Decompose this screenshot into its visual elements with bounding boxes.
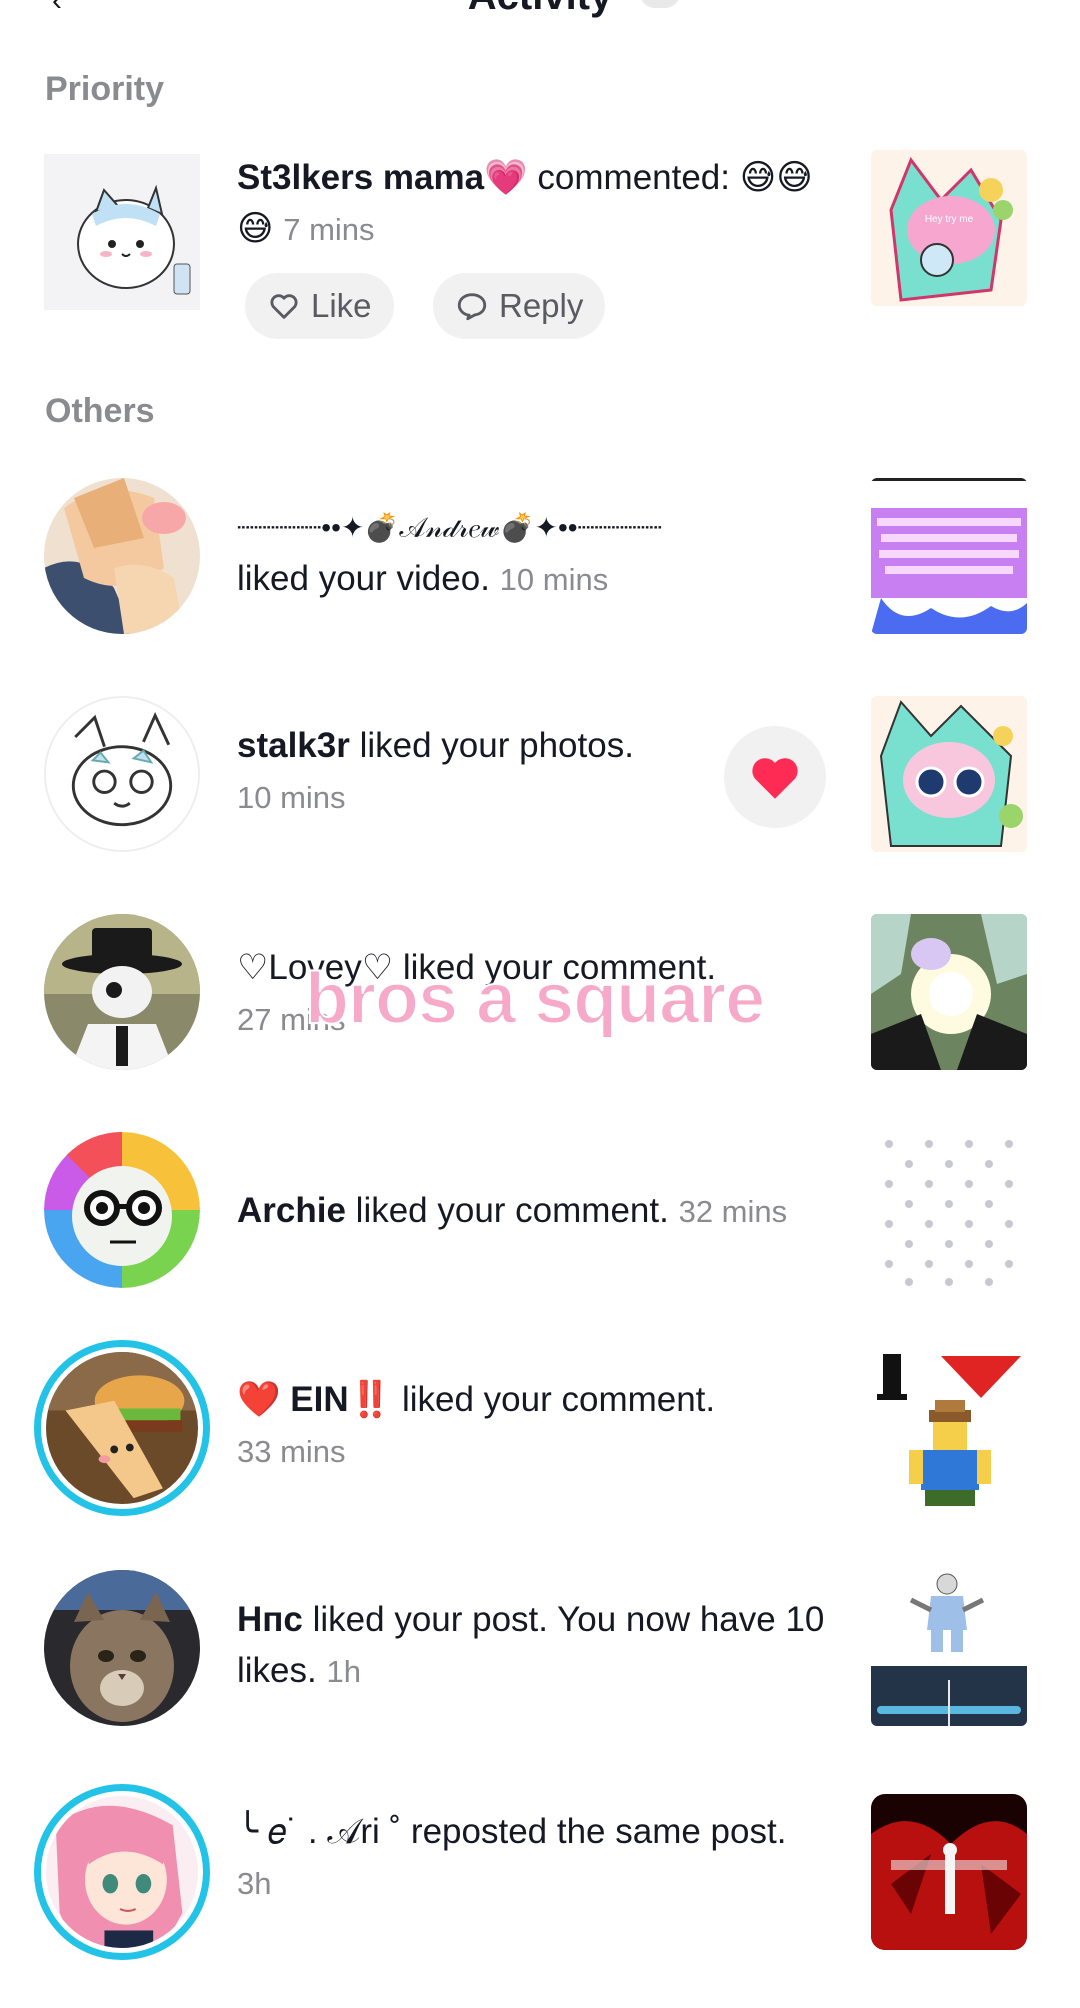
post-thumbnail[interactable] [871, 1794, 1027, 1950]
avatar[interactable] [44, 478, 200, 634]
post-thumbnail[interactable] [871, 1132, 1027, 1288]
item-text: ┈┈┈┈┈••✦💣𝒜𝓃𝒹𝓇𝑒𝓌💣✦••┈┈┈┈┈ liked your vide… [237, 500, 827, 605]
username[interactable]: Hпс [237, 1600, 303, 1639]
speech-bubble-icon [457, 293, 487, 321]
post-thumbnail[interactable] [871, 696, 1027, 852]
page-title: Activity [0, 0, 1080, 19]
username[interactable]: stalk3r [237, 726, 350, 765]
post-thumbnail[interactable]: Hey try me [871, 150, 1027, 306]
timestamp: 32 mins [678, 1194, 788, 1229]
action-text: liked your video. [237, 559, 490, 598]
avatar[interactable] [44, 696, 200, 852]
timestamp: 10 mins [499, 562, 609, 597]
list-item[interactable]: ╰ 𝑒˙ . 𝒜ri ˚ reposted the same post. 3h [0, 1784, 1080, 1960]
item-text: ❤️ EIN‼️ liked your comment. 33 mins [237, 1374, 827, 1477]
priority-comment-row[interactable]: St3lkers mama💗 commented: 😅😅😅 7 mins Lik… [0, 150, 1080, 350]
timestamp: 10 mins [237, 780, 346, 815]
post-thumbnail[interactable] [871, 914, 1027, 1070]
post-thumbnail[interactable] [871, 1570, 1027, 1726]
item-text: Hпс liked your post. You now have 10 lik… [237, 1594, 827, 1697]
section-label-priority: Priority [45, 70, 165, 108]
item-text: ╰ 𝑒˙ . 𝒜ri ˚ reposted the same post. 3h [237, 1806, 827, 1909]
action-text: liked your comment. [392, 1380, 716, 1419]
action-text: liked your comment. [345, 1191, 669, 1230]
username[interactable]: ❤️ EIN‼️ [237, 1380, 392, 1419]
timestamp: 1h [326, 1654, 361, 1689]
priority-text: St3lkers mama💗 commented: 😅😅😅 7 mins [237, 152, 827, 255]
like-label: Like [311, 287, 372, 324]
post-thumbnail[interactable] [871, 478, 1027, 634]
reply-button[interactable]: Reply [433, 273, 606, 339]
username[interactable]: ┈┈┈┈┈••✦💣𝒜𝓃𝒹𝓇𝑒𝓌💣✦••┈┈┈┈┈ [237, 512, 662, 543]
liked-heart-button[interactable] [724, 726, 826, 828]
avatar[interactable] [44, 914, 200, 1070]
section-label-others: Others [45, 392, 155, 430]
list-item[interactable]: ❤️ EIN‼️ liked your comment. 33 mins [0, 1340, 1080, 1516]
post-thumbnail[interactable] [871, 1350, 1027, 1506]
username[interactable]: Archie [237, 1191, 346, 1230]
username[interactable]: St3lkers mama💗 [237, 158, 528, 197]
avatar[interactable] [34, 1340, 210, 1516]
timestamp: 7 mins [283, 212, 375, 247]
heart-filled-icon [752, 758, 798, 799]
overlay-caption: bros a square [304, 958, 766, 1040]
list-item[interactable]: Hпс liked your post. You now have 10 lik… [0, 1570, 1080, 1730]
username[interactable]: ╰ 𝑒˙ . 𝒜ri ˚ [237, 1812, 401, 1851]
avatar[interactable] [44, 154, 200, 310]
list-item[interactable]: stalk3r liked your photos. 10 mins [0, 696, 1080, 856]
action-text: liked your photos. [349, 726, 634, 765]
list-item[interactable]: ┈┈┈┈┈••✦💣𝒜𝓃𝒹𝓇𝑒𝓌💣✦••┈┈┈┈┈ liked your vide… [0, 478, 1080, 638]
item-text: Archie liked your comment. 32 mins [237, 1185, 827, 1237]
reply-label: Reply [499, 287, 584, 324]
list-item[interactable]: Archie liked your comment. 32 mins [0, 1132, 1080, 1292]
svg-text:Hey try me: Hey try me [925, 214, 974, 225]
avatar[interactable] [44, 1570, 200, 1726]
action-text: reposted the same post. [401, 1812, 787, 1851]
top-bar: ‹ Activity [0, 0, 1080, 40]
timestamp: 33 mins [237, 1434, 346, 1469]
avatar[interactable] [44, 1132, 200, 1288]
like-button[interactable]: Like [245, 273, 394, 339]
timestamp: 3h [237, 1866, 272, 1901]
avatar[interactable] [34, 1784, 210, 1960]
heart-outline-icon [270, 294, 298, 319]
